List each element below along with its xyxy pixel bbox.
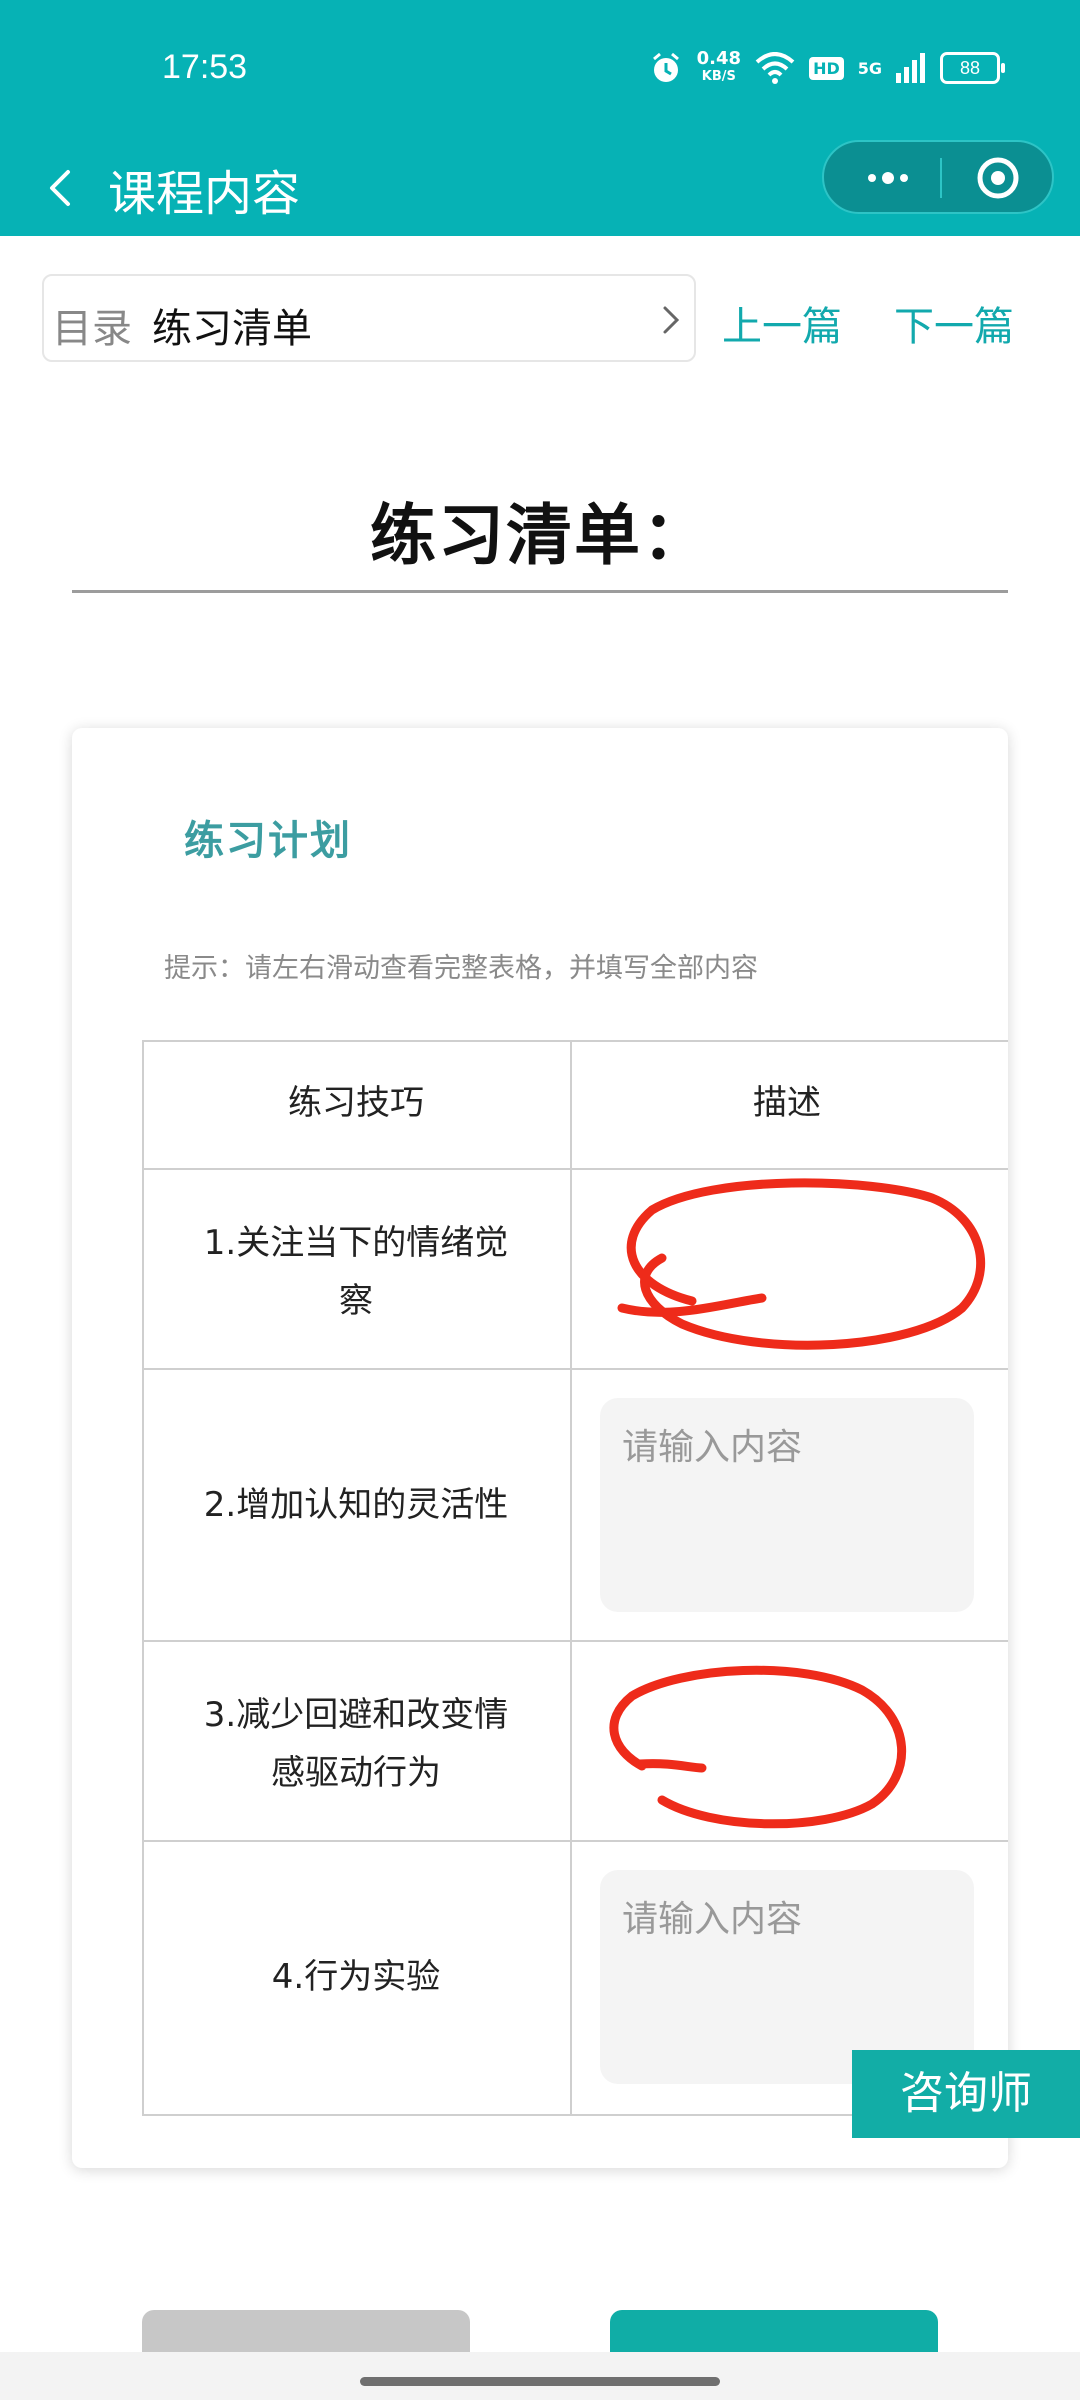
- table-row-3-skill: 3.减少回避和改变情 感驱动行为: [142, 1686, 570, 1802]
- table-border: [570, 1040, 572, 2116]
- table-row-2-skill: 2.增加认知的灵活性: [203, 1485, 509, 1525]
- skill-text-line: 感驱动行为: [271, 1753, 441, 1793]
- mini-program-capsule: [822, 140, 1054, 214]
- prev-article-link[interactable]: 上一篇: [722, 294, 842, 352]
- skill-text-line: 察: [339, 1281, 373, 1321]
- practice-plan-card: 练习计划 提示：请左右滑动查看完整表格，并填写全部内容 练习技巧 描述 1.关注…: [72, 728, 1008, 2168]
- directory-selector[interactable]: 目录 练习清单: [42, 274, 696, 362]
- description-input-2[interactable]: 请输入内容: [600, 1398, 974, 1612]
- skill-text-line: 3.减少回避和改变情: [203, 1695, 509, 1735]
- heading-divider: [72, 590, 1008, 593]
- red-circle-annotation: [617, 1178, 986, 1350]
- table-header-skill: 练习技巧: [288, 1083, 424, 1123]
- table-row-4-skill: 4.行为实验: [271, 1957, 441, 1997]
- practice-table[interactable]: 练习技巧 描述 1.关注当下的情绪觉 察 2.增加认知的灵活性 请输入内容 3.…: [142, 1040, 1008, 2116]
- net-speed: 0.48 KB/S: [697, 50, 741, 86]
- table-row-1-skill: 1.关注当下的情绪觉 察: [142, 1214, 570, 1330]
- net-speed-unit: KB/S: [701, 69, 736, 84]
- red-circle-annotation: [609, 1665, 907, 1829]
- card-tip: 提示：请左右滑动查看完整表格，并填写全部内容: [164, 953, 758, 984]
- status-bar: 17:53 0.48 KB/S HD 5G 88: [0, 0, 1080, 140]
- chevron-right-icon: [663, 306, 680, 334]
- page-title: 课程内容: [108, 166, 301, 222]
- wifi-icon: [755, 52, 795, 84]
- consultant-button[interactable]: 咨询师: [852, 2050, 1080, 2138]
- gesture-area: [0, 2352, 1080, 2400]
- table-border: [142, 1640, 1008, 1642]
- table-border: [142, 1168, 1008, 1170]
- next-article-link[interactable]: 下一篇: [894, 294, 1014, 352]
- more-icon[interactable]: [858, 148, 918, 208]
- status-time: 17:53: [162, 48, 248, 86]
- directory-current: 练习清单: [152, 306, 312, 352]
- table-border: [142, 1368, 1008, 1370]
- status-icons: 0.48 KB/S HD 5G 88: [649, 50, 1005, 86]
- back-arrow-icon[interactable]: [40, 158, 80, 218]
- home-gesture-bar[interactable]: [360, 2377, 720, 2386]
- skill-text-line: 1.关注当下的情绪觉: [203, 1223, 509, 1263]
- table-header-description: 描述: [753, 1083, 821, 1123]
- close-target-icon[interactable]: [974, 154, 1022, 202]
- directory-label: 目录: [52, 306, 132, 352]
- net-speed-value: 0.48: [696, 48, 742, 69]
- signal-icon: [896, 53, 925, 83]
- input-placeholder: 请输入内容: [622, 1899, 803, 1940]
- alarm-icon: [652, 52, 679, 82]
- hd-badge: HD: [809, 56, 844, 80]
- battery-indicator: 88: [940, 52, 1005, 84]
- input-placeholder: 请输入内容: [622, 1427, 803, 1468]
- table-border: [142, 1840, 1008, 1842]
- network-label: 5G: [857, 58, 882, 78]
- card-title: 练习计划: [184, 818, 352, 864]
- capsule-divider: [940, 158, 942, 198]
- title-bar: 课程内容: [0, 140, 1080, 236]
- table-border: [142, 1040, 1008, 1042]
- section-heading: 练习清单：: [370, 497, 710, 574]
